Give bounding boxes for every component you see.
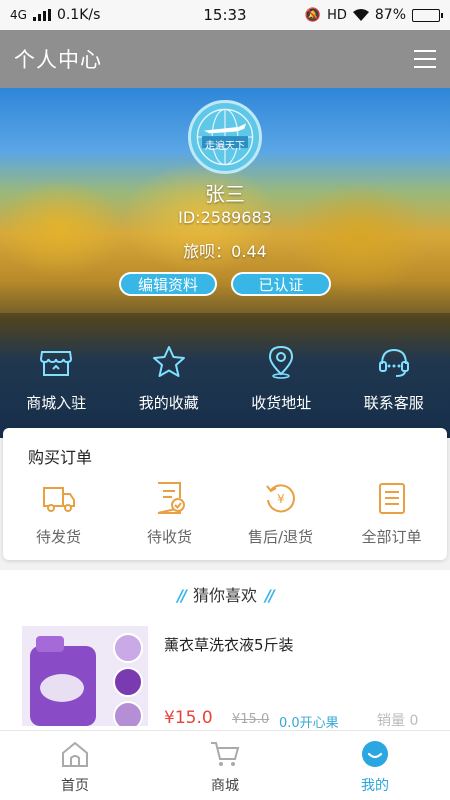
network-type: 4G [10,8,27,22]
status-bar: 4G 0.1K/s 15:33 🔕 HD 87% [0,0,450,30]
quick-link-store-join[interactable]: 商城入驻 [0,344,113,434]
globe-plane-icon [196,108,254,166]
wifi-icon [352,8,369,21]
points-balance: 旅呗：0.44 [183,242,267,261]
product-card[interactable]: 薰衣草洗衣液5斤装 ¥15.0 ¥15.0 0.0开心果 销量 0 [0,626,450,731]
bottom-nav: 首页 商城 我的 [0,730,450,800]
order-list-icon [378,483,405,514]
order-all[interactable]: 全部订单 [336,480,447,547]
product-bonus: 0.0开心果 [279,716,339,731]
battery-percent: 87% [374,7,406,23]
detergent-bottle-image [22,626,148,726]
slash-decoration-icon: // [265,586,275,605]
store-icon [40,351,73,376]
star-icon [152,346,185,377]
headset-icon [378,348,409,377]
order-item-label: 待收货 [146,528,192,546]
quick-link-label: 我的收藏 [138,394,199,412]
slash-decoration-icon: // [177,586,187,605]
profile-smile-icon [362,741,388,767]
order-item-label: 售后/退货 [247,528,314,546]
product-name: 薰衣草洗衣液5斤装 [164,636,294,654]
quick-link-label: 收货地址 [251,394,312,412]
product-sales: 销量 0 [377,713,419,729]
receive-doc-icon [157,482,185,514]
order-pending-shipment[interactable]: 待发货 [3,480,114,547]
nav-label: 首页 [61,778,89,794]
nav-home[interactable]: 首页 [0,731,150,800]
nav-mine[interactable]: 我的 [300,731,450,800]
location-pin-icon [269,345,294,379]
orders-title: 购买订单 [28,448,93,467]
purchase-orders-card: 购买订单 待发货 待收货 ¥ 售后/退货 全部订单 [3,428,447,560]
recommend-section: // 猜你喜欢 // 薰衣草洗衣液5斤装 ¥15.0 ¥15.0 0.0开心果 销量… [0,570,450,740]
quick-link-label: 联系客服 [363,394,424,412]
svg-text:¥: ¥ [277,492,285,506]
header: 个人中心 [0,30,450,88]
nav-mall[interactable]: 商城 [150,731,300,800]
recommend-heading: // 猜你喜欢 // [0,582,450,606]
order-after-sales[interactable]: ¥ 售后/退货 [225,480,336,547]
page-title: 个人中心 [14,48,102,72]
nav-label: 商城 [211,778,239,794]
edit-profile-button[interactable]: 编辑资料 [119,272,217,296]
refund-icon: ¥ [265,484,295,513]
quick-link-label: 商城入驻 [26,394,87,412]
quick-links: 商城入驻 我的收藏 收货地址 联系客服 [0,344,450,434]
profile-banner: 走遍天下 张三 ID:2589683 旅呗：0.44 编辑资料 已认证 商城入驻… [0,88,450,438]
order-item-label: 全部订单 [361,528,422,546]
hamburger-menu-icon[interactable] [414,50,436,68]
product-original-price: ¥15.0 [232,712,270,727]
order-item-label: 待发货 [35,528,81,546]
product-price: ¥15.0 [164,708,213,728]
verified-badge[interactable]: 已认证 [231,272,331,296]
network-speed: 0.1K/s [56,7,101,23]
home-icon [62,741,88,767]
order-pending-receipt[interactable]: 待收货 [114,480,225,547]
user-name: 张三 [205,182,245,206]
quick-link-customer-service[interactable]: 联系客服 [338,344,450,434]
product-image [22,626,148,726]
nav-label: 我的 [361,778,389,794]
truck-icon [42,487,75,512]
avatar-text: 走遍天下 [205,141,245,152]
quick-link-address[interactable]: 收货地址 [225,344,338,434]
user-id: ID:2589683 [178,208,272,227]
hd-indicator: HD [327,7,347,23]
cart-icon [211,742,240,766]
mute-icon: 🔕 [304,7,322,23]
avatar[interactable]: 走遍天下 [188,100,262,174]
recommend-title: 猜你喜欢 [192,586,257,605]
signal-icon [32,9,51,21]
quick-link-favorites[interactable]: 我的收藏 [113,344,226,434]
battery-icon [412,8,443,22]
